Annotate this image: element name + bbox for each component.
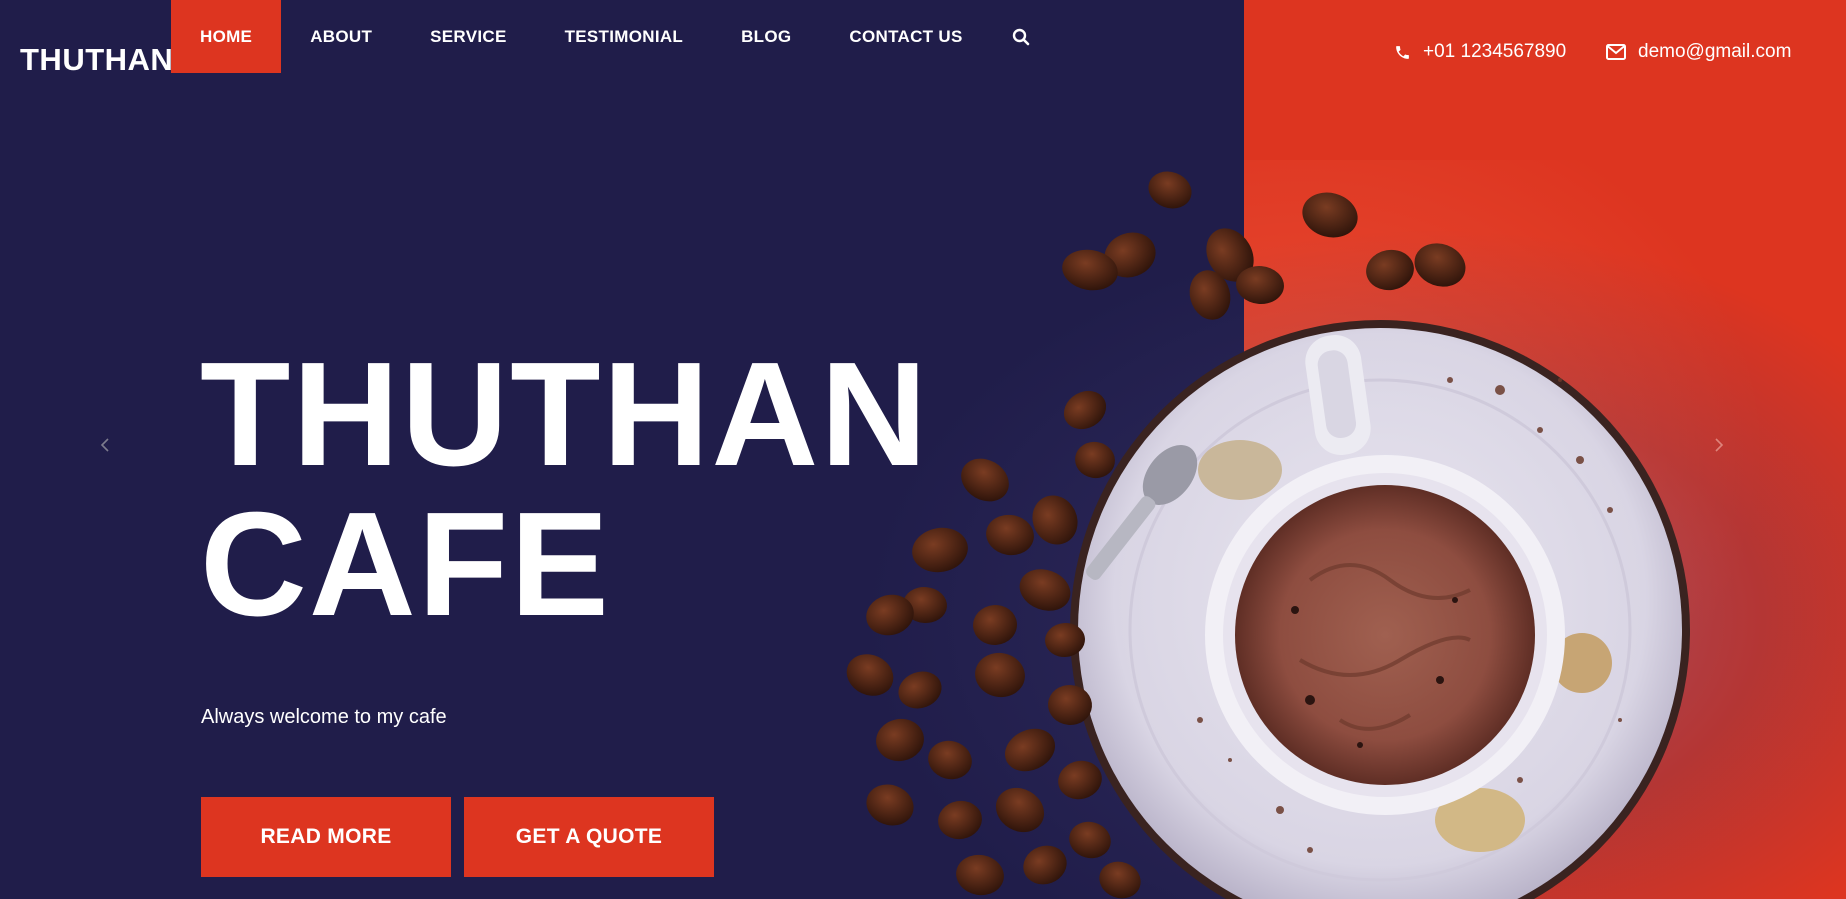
- coffee-cup-image: [846, 171, 1690, 899]
- get-a-quote-button[interactable]: GET A QUOTE: [464, 797, 714, 877]
- search-button[interactable]: [992, 0, 1050, 73]
- hero-subtitle: Always welcome to my cafe: [201, 706, 447, 728]
- search-icon: [1012, 28, 1029, 45]
- site-logo[interactable]: THUTHAN: [20, 42, 173, 78]
- envelope-icon: [1606, 44, 1626, 60]
- phone-icon: [1394, 44, 1411, 61]
- hero-title-line-2: CAFE: [200, 482, 611, 647]
- contact-email[interactable]: demo@gmail.com: [1606, 0, 1791, 104]
- read-more-button[interactable]: READ MORE: [201, 797, 451, 877]
- chevron-left-icon: [100, 438, 109, 452]
- nav-item-contact-us[interactable]: CONTACT US: [820, 0, 991, 73]
- nav-item-about[interactable]: ABOUT: [281, 0, 401, 73]
- hero-title-line-1: THUTHAN: [200, 332, 930, 497]
- contact-email-text: demo@gmail.com: [1638, 41, 1792, 62]
- slider-next-button[interactable]: [1704, 430, 1734, 460]
- slider-prev-button[interactable]: [90, 430, 120, 460]
- nav-item-blog[interactable]: BLOG: [712, 0, 820, 73]
- nav-item-service[interactable]: SERVICE: [401, 0, 535, 73]
- nav-item-testimonial[interactable]: TESTIMONIAL: [536, 0, 713, 73]
- contact-phone[interactable]: +01 1234567890: [1394, 0, 1566, 104]
- chevron-right-icon: [1715, 438, 1724, 452]
- nav-item-home[interactable]: HOME: [171, 0, 282, 73]
- site-header: THUTHAN HOME ABOUT SERVICE TESTIMONIAL B…: [0, 0, 1846, 104]
- contact-phone-text: +01 1234567890: [1423, 41, 1567, 62]
- main-nav: HOME ABOUT SERVICE TESTIMONIAL BLOG CONT…: [171, 0, 1050, 73]
- hero-title: THUTHAN CAFE: [200, 340, 929, 640]
